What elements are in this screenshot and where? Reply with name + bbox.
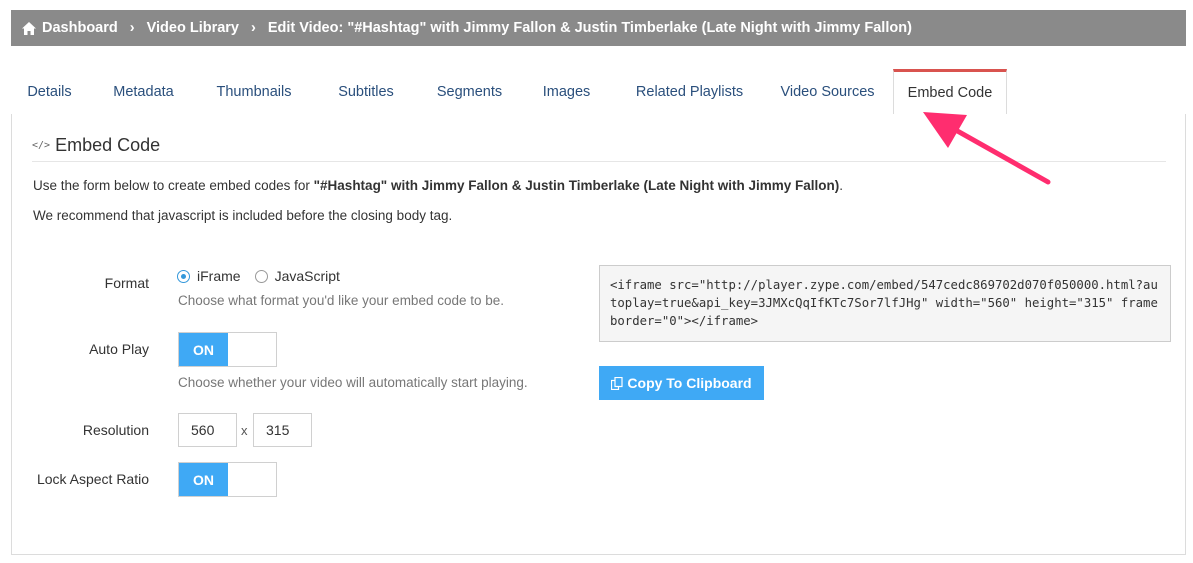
breadcrumb-separator: ›	[251, 20, 256, 36]
video-title: "#Hashtag" with Jimmy Fallon & Justin Ti…	[313, 178, 840, 193]
resolution-label: Resolution	[82, 422, 149, 438]
copy-icon	[611, 376, 624, 390]
breadcrumb-dashboard[interactable]: Dashboard	[42, 20, 118, 36]
embed-code-output[interactable]: <iframe src="http://player.zype.com/embe…	[599, 265, 1171, 342]
tab-thumbnails[interactable]: Thumbnails	[199, 69, 309, 114]
tab-video-sources[interactable]: Video Sources	[762, 69, 893, 114]
annotation-arrow-icon	[923, 112, 1051, 185]
home-icon	[22, 21, 36, 35]
copy-to-clipboard-button[interactable]: Copy To Clipboard	[599, 366, 764, 400]
tab-subtitles[interactable]: Subtitles	[309, 69, 423, 114]
radio-iframe[interactable]	[177, 269, 190, 283]
tab-details[interactable]: Details	[11, 69, 88, 114]
panel-title: Embed Code	[55, 135, 161, 155]
resolution-width-input[interactable]: 560	[178, 413, 237, 447]
breadcrumb-separator: ›	[129, 20, 135, 36]
auto-play-toggle-on[interactable]: ON	[179, 333, 228, 366]
intro-suffix: .	[839, 178, 844, 193]
resolution-separator: x	[241, 423, 248, 438]
radio-iframe-label[interactable]: iFrame	[197, 268, 241, 284]
tab-segments[interactable]: Segments	[423, 69, 516, 114]
tab-images[interactable]: Images	[516, 69, 617, 114]
radio-javascript-label[interactable]: JavaScript	[275, 268, 340, 284]
tab-metadata[interactable]: Metadata	[88, 69, 199, 114]
breadcrumb-current: Edit Video: "#Hashtag" with Jimmy Fallon…	[267, 20, 912, 36]
auto-play-help-text: Choose whether your video will automatic…	[178, 375, 528, 390]
intro-prefix: Use the form below to create embed codes…	[33, 178, 314, 193]
code-icon: </>	[32, 140, 51, 151]
breadcrumb: Dashboard › Video Library › Edit Video: …	[11, 10, 1186, 46]
auto-play-label: Auto Play	[89, 341, 149, 357]
recommend-text: We recommend that javascript is included…	[33, 208, 453, 223]
lock-aspect-ratio-label: Lock Aspect Ratio	[36, 471, 149, 487]
auto-play-toggle[interactable]: ON	[178, 332, 277, 367]
format-help-text: Choose what format you'd like your embed…	[178, 293, 505, 308]
radio-javascript[interactable]	[254, 269, 268, 283]
breadcrumb-video-library[interactable]: Video Library	[147, 20, 239, 36]
resolution-height-input[interactable]: 315	[253, 413, 312, 447]
intro-text: Use the form below to create embed codes…	[33, 178, 843, 193]
copy-button-label: Copy To Clipboard	[627, 375, 752, 391]
tab-related-playlists[interactable]: Related Playlists	[617, 69, 762, 114]
format-radio-group: iFrame JavaScript	[177, 268, 354, 284]
lock-aspect-ratio-toggle[interactable]: ON	[178, 462, 277, 497]
format-label: Format	[104, 275, 149, 291]
lock-aspect-ratio-toggle-on[interactable]: ON	[179, 463, 228, 496]
